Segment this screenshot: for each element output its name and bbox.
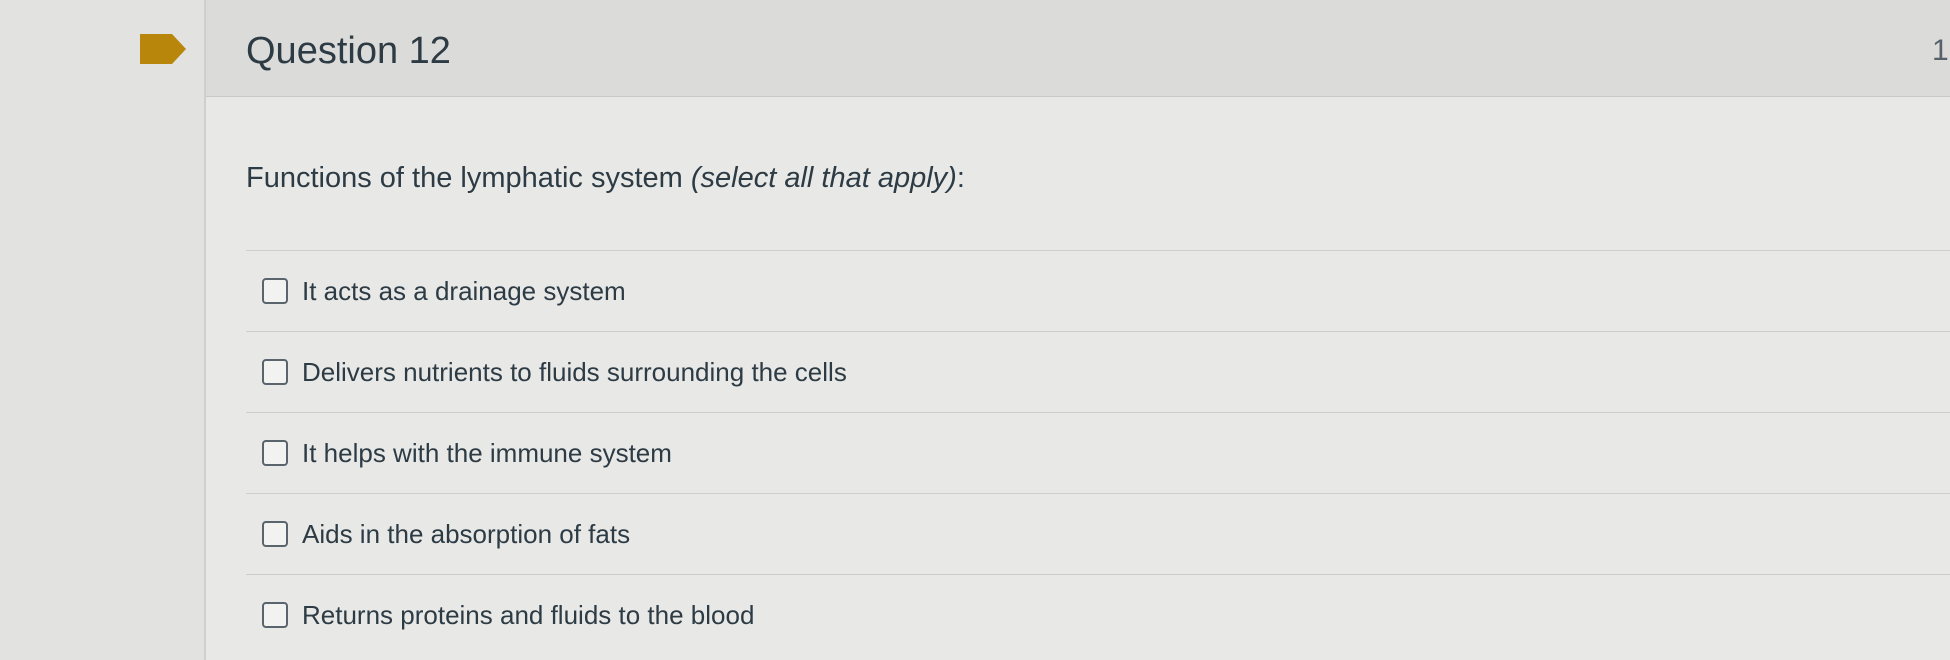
answer-option[interactable]: Aids in the absorption of fats (246, 493, 1950, 574)
answer-option[interactable]: Delivers nutrients to fluids surrounding… (246, 331, 1950, 412)
question-prompt-suffix: : (956, 162, 965, 194)
answer-label[interactable]: Delivers nutrients to fluids surrounding… (302, 357, 847, 388)
answer-checkbox[interactable] (262, 602, 288, 628)
answer-checkbox[interactable] (262, 521, 288, 547)
answer-label[interactable]: Returns proteins and fluids to the blood (302, 600, 754, 631)
answer-checkbox[interactable] (262, 440, 288, 466)
answer-checkbox[interactable] (262, 278, 288, 304)
question-header: Question 12 1 (206, 0, 1950, 97)
question-prompt-text: Functions of the lymphatic system (246, 162, 691, 194)
question-title: Question 12 (246, 30, 451, 72)
answer-option[interactable]: It acts as a drainage system (246, 250, 1950, 331)
answer-label[interactable]: Aids in the absorption of fats (302, 519, 630, 550)
question-prompt-emphasis: (select all that apply) (690, 162, 957, 194)
answer-list: It acts as a drainage system Delivers nu… (246, 250, 1950, 655)
answer-checkbox[interactable] (262, 359, 288, 385)
question-card: Question 12 1 Functions of the lymphatic… (204, 0, 1950, 660)
answer-option[interactable]: Returns proteins and fluids to the blood (246, 574, 1950, 655)
flag-question-icon[interactable] (140, 34, 186, 64)
question-points: 1 (1932, 34, 1949, 67)
answer-option[interactable]: It helps with the immune system (246, 412, 1950, 493)
answer-label[interactable]: It helps with the immune system (302, 438, 672, 469)
answer-label[interactable]: It acts as a drainage system (302, 276, 626, 307)
question-prompt: Functions of the lymphatic system (selec… (246, 162, 965, 195)
